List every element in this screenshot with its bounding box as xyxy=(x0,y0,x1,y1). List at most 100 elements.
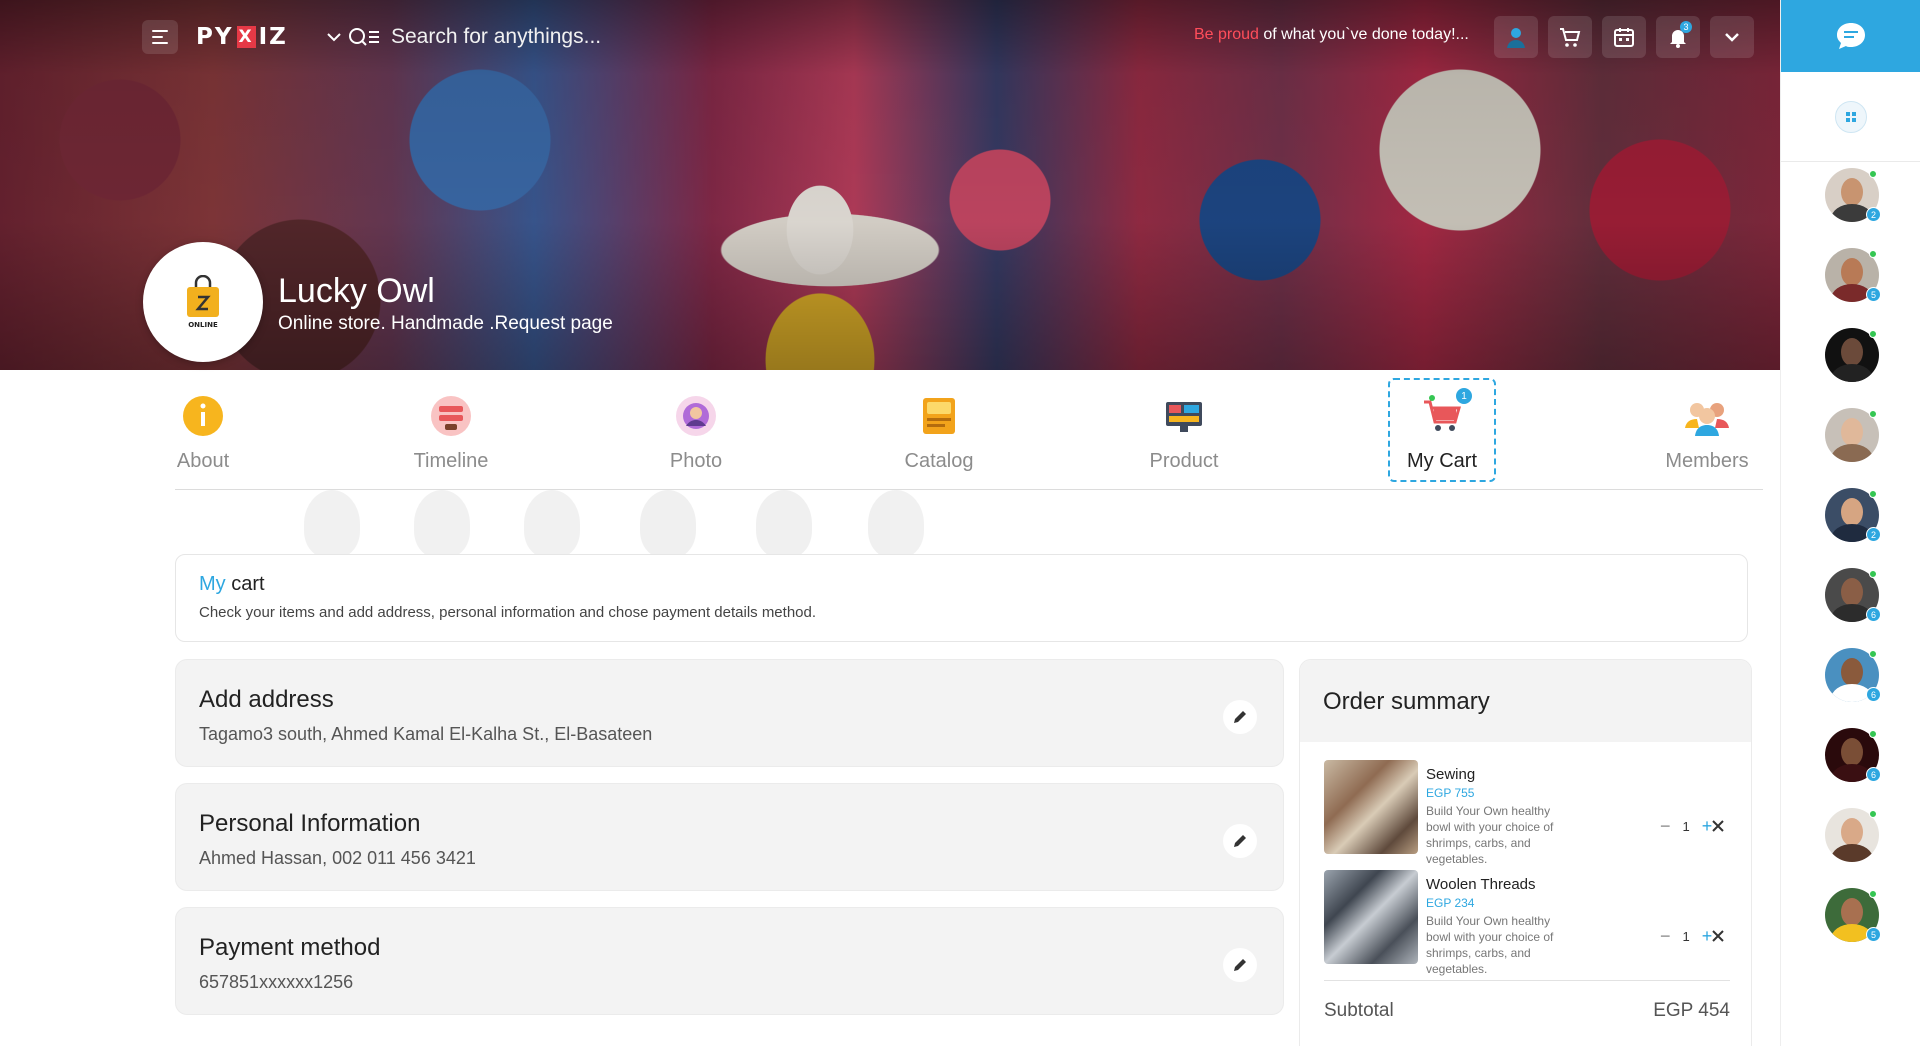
address-section: Add address Tagamo3 south, Ahmed Kamal E… xyxy=(175,659,1284,767)
menu-button[interactable] xyxy=(142,20,178,54)
cart-icon xyxy=(1560,28,1581,47)
payment-method-value: 657851xxxxxx1256 xyxy=(199,972,354,992)
product-icon xyxy=(1162,394,1206,438)
tab-product[interactable]: Product xyxy=(1149,378,1219,482)
personal-info-title: Personal Information xyxy=(199,810,421,837)
online-indicator xyxy=(1869,890,1877,898)
divider xyxy=(1324,980,1730,981)
menu-icon xyxy=(152,30,168,44)
chat-button[interactable] xyxy=(1781,0,1920,72)
personal-info-section: Personal Information Ahmed Hassan, 002 0… xyxy=(175,783,1284,891)
quantity-stepper: − 1 + xyxy=(1660,926,1712,947)
item-description: Build Your Own healthy bowl with your ch… xyxy=(1426,914,1554,976)
item-thumbnail[interactable] xyxy=(1324,870,1418,964)
search-input[interactable] xyxy=(391,25,771,49)
tab-about[interactable]: About xyxy=(175,378,231,482)
tab-label: Photo xyxy=(669,450,723,472)
cart-description: Check your items and add address, person… xyxy=(199,604,817,621)
item-name[interactable]: Woolen Threads xyxy=(1426,876,1536,893)
tab-photo[interactable]: Photo xyxy=(669,378,723,482)
tab-timeline[interactable]: Timeline xyxy=(411,378,491,482)
contact-avatar[interactable] xyxy=(1825,808,1879,862)
user-icon xyxy=(1507,28,1525,48)
info-icon xyxy=(181,394,225,438)
app-logo[interactable]: PY X IZ xyxy=(196,22,288,52)
edit-personal-info-button[interactable] xyxy=(1223,824,1257,858)
logo-text-right: IZ xyxy=(258,24,288,50)
item-price: EGP 234 xyxy=(1426,896,1475,910)
calendar-button[interactable] xyxy=(1602,16,1646,58)
contact-avatar[interactable] xyxy=(1825,408,1879,462)
contact-avatar[interactable]: 6 xyxy=(1825,728,1881,782)
quantity-stepper: − 1 + xyxy=(1660,816,1712,837)
decrease-quantity-button[interactable]: − xyxy=(1660,816,1671,837)
cart-button[interactable] xyxy=(1548,16,1592,58)
tab-label: Members xyxy=(1665,450,1749,472)
tab-catalog[interactable]: Catalog xyxy=(905,378,973,482)
background-illustration xyxy=(290,480,950,560)
online-indicator xyxy=(1869,250,1877,258)
pencil-icon xyxy=(1234,959,1246,971)
decrease-quantity-button[interactable]: − xyxy=(1660,926,1671,947)
payment-method-section: Payment method 657851xxxxxx1256 xyxy=(175,907,1284,1015)
message-count: 2 xyxy=(1866,207,1881,222)
item-description: Build Your Own healthy bowl with your ch… xyxy=(1426,804,1554,866)
address-title: Add address xyxy=(199,686,334,713)
contact-avatar[interactable]: 6 xyxy=(1825,568,1881,622)
online-indicator xyxy=(1869,330,1877,338)
message-count: 2 xyxy=(1866,527,1881,542)
contact-avatar[interactable]: 5 xyxy=(1825,248,1881,302)
account-dropdown-button[interactable] xyxy=(1710,16,1754,58)
tab-label: My Cart xyxy=(1407,450,1477,472)
notifications-button[interactable]: 3 xyxy=(1656,16,1700,58)
message-count: 6 xyxy=(1866,687,1881,702)
calendar-icon xyxy=(1614,28,1634,47)
pencil-icon xyxy=(1234,835,1246,847)
store-logo-text: ONLINE xyxy=(188,321,218,329)
contacts-toggle[interactable] xyxy=(1781,72,1920,162)
contact-avatar[interactable]: 2 xyxy=(1825,488,1881,542)
cart-title-accent: My xyxy=(199,573,226,595)
contact-avatar[interactable] xyxy=(1825,328,1879,382)
shopping-bag-icon xyxy=(187,275,219,317)
online-indicator xyxy=(1869,570,1877,578)
search-icon[interactable] xyxy=(347,26,381,48)
close-icon[interactable] xyxy=(1710,818,1726,834)
order-summary: Order summary Sewing EGP 755 Build Your … xyxy=(1299,659,1752,1046)
contact-avatar[interactable]: 6 xyxy=(1825,648,1881,702)
message-count: 6 xyxy=(1866,767,1881,782)
contact-avatar[interactable]: 2 xyxy=(1825,168,1881,222)
cart-icon: 1 xyxy=(1420,388,1472,438)
subtotal-row: Subtotal EGP 454 xyxy=(1324,1000,1730,1022)
chevron-down-icon xyxy=(1725,33,1739,42)
close-icon[interactable] xyxy=(1710,928,1726,944)
catalog-icon xyxy=(917,394,961,438)
photo-icon xyxy=(674,394,718,438)
my-cart-header-card: My cart Check your items and add address… xyxy=(175,554,1748,642)
online-indicator xyxy=(1869,650,1877,658)
subtotal-value: EGP 454 xyxy=(1653,1000,1730,1021)
online-indicator xyxy=(1869,490,1877,498)
tab-members[interactable]: Members xyxy=(1664,378,1750,482)
cart-title: My cart xyxy=(199,573,1724,596)
online-indicator xyxy=(1869,730,1877,738)
edit-payment-method-button[interactable] xyxy=(1223,948,1257,982)
tab-my-cart[interactable]: 1 My Cart xyxy=(1388,378,1496,482)
chat-bubble-icon xyxy=(1837,23,1865,49)
item-name[interactable]: Sewing xyxy=(1426,766,1475,783)
page-subtitle: Online store. Handmade .Request page xyxy=(278,313,613,334)
user-avatar-button[interactable] xyxy=(1494,16,1538,58)
page-avatar[interactable]: ONLINE xyxy=(143,242,263,362)
tab-label: About xyxy=(176,450,230,472)
quantity-value: 1 xyxy=(1682,819,1690,834)
contact-avatar[interactable]: 5 xyxy=(1825,888,1881,942)
edit-address-button[interactable] xyxy=(1223,700,1257,734)
message-count: 6 xyxy=(1866,607,1881,622)
logo-text-left: PY xyxy=(196,24,234,50)
tab-label: Product xyxy=(1149,450,1219,472)
chevron-down-icon[interactable] xyxy=(325,28,343,46)
item-thumbnail[interactable] xyxy=(1324,760,1418,854)
payment-method-title: Payment method xyxy=(199,934,381,961)
timeline-icon xyxy=(429,394,473,438)
message-count: 5 xyxy=(1866,287,1881,302)
